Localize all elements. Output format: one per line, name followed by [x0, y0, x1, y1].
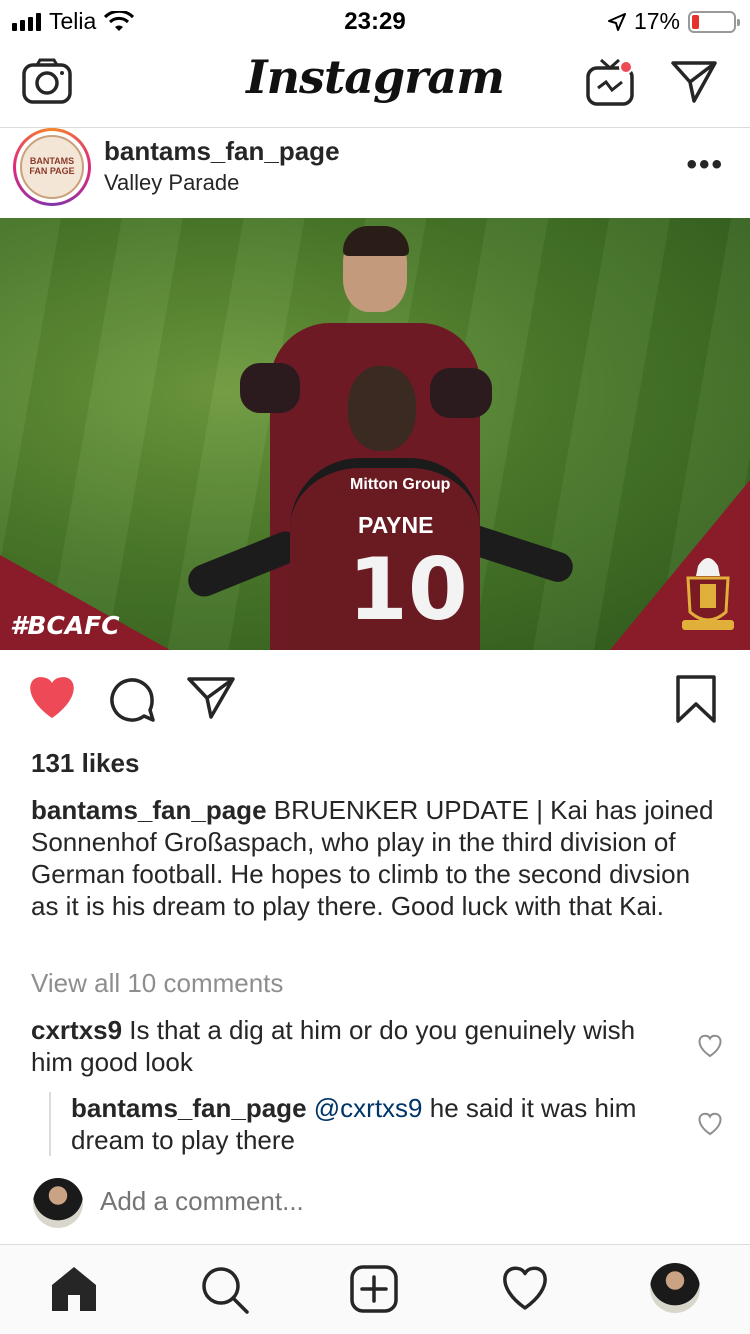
club-crest-icon [682, 558, 734, 630]
more-options-icon[interactable]: ••• [686, 148, 724, 182]
comment-text: Is that a dig at him or do you genuinely… [31, 1015, 636, 1077]
post-actions [0, 650, 750, 750]
image-hashtag: #BCAFC [10, 611, 120, 640]
reply-like-icon[interactable] [697, 1112, 723, 1136]
comment-icon[interactable] [108, 676, 156, 724]
status-bar: Telia 23:29 17% [0, 0, 750, 40]
heart-filled-icon[interactable] [26, 674, 78, 720]
post-image[interactable]: Mitton Group PAYNE 10 #BCAFC [0, 218, 750, 650]
player-back-hair [343, 226, 409, 256]
caption-username[interactable]: bantams_fan_page [31, 795, 267, 825]
reply-username[interactable]: bantams_fan_page [71, 1093, 307, 1123]
shirt-sponsor: Mitton Group [350, 476, 451, 493]
player-back-arm-left [240, 363, 300, 413]
comment-username[interactable]: cxrtxs9 [31, 1015, 122, 1045]
battery-icon [688, 10, 740, 33]
post-caption: bantams_fan_page BRUENKER UPDATE | Kai h… [31, 794, 721, 922]
location-arrow-icon [607, 12, 626, 31]
post-location[interactable]: Valley Parade [104, 170, 239, 196]
profile-avatar-tab[interactable] [650, 1263, 700, 1313]
add-comment-input[interactable] [100, 1186, 660, 1217]
likes-count[interactable]: 131 likes [31, 748, 139, 779]
view-all-comments-link[interactable]: View all 10 comments [31, 968, 283, 999]
search-icon[interactable] [200, 1265, 250, 1315]
avatar-logo: BANTAMS FAN PAGE [20, 135, 84, 199]
igtv-icon[interactable] [586, 58, 636, 108]
player-front-head [348, 366, 416, 451]
player-back-arm-right [430, 368, 492, 418]
battery-percent: 17% [633, 8, 680, 34]
post-avatar[interactable]: BANTAMS FAN PAGE [13, 128, 91, 206]
bookmark-icon[interactable] [674, 674, 718, 724]
home-icon[interactable] [50, 1265, 98, 1313]
comment-like-icon[interactable] [697, 1034, 723, 1058]
add-comment-row [0, 1176, 750, 1236]
reply-item: bantams_fan_page @cxrtxs9 he said it was… [49, 1092, 669, 1156]
activity-heart-icon[interactable] [500, 1265, 550, 1311]
new-post-icon[interactable] [350, 1265, 398, 1313]
current-user-avatar [33, 1178, 83, 1228]
post-username[interactable]: bantams_fan_page [104, 136, 340, 167]
shirt-number: 10 [348, 540, 468, 640]
battery-fill [692, 14, 699, 29]
instagram-logo: Instagram [246, 50, 505, 104]
reply-mention[interactable]: @cxrtxs9 [314, 1093, 423, 1123]
avatar-inner: BANTAMS FAN PAGE [16, 131, 88, 203]
comment-item: cxrtxs9 Is that a dig at him or do you g… [31, 1014, 671, 1078]
post-header: BANTAMS FAN PAGE bantams_fan_page Valley… [0, 128, 750, 218]
bottom-tab-bar [0, 1244, 750, 1334]
status-right: 17% [607, 8, 740, 35]
shirt-name: PAYNE [358, 512, 434, 538]
top-nav: Instagram [0, 40, 750, 128]
paper-plane-icon[interactable] [186, 676, 236, 720]
direct-message-icon[interactable] [670, 60, 718, 104]
